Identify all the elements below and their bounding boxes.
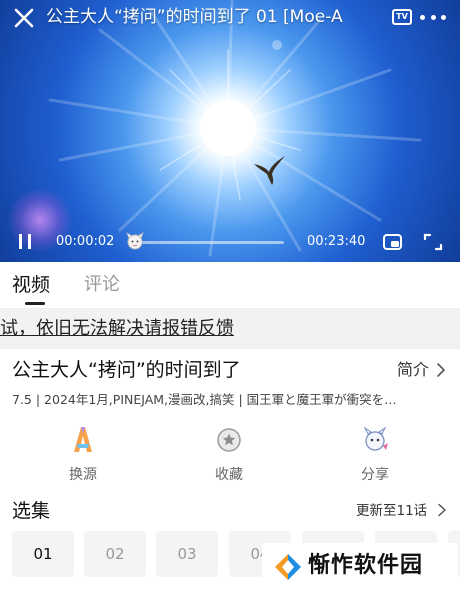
chevron-right-icon[interactable] xyxy=(437,503,447,517)
current-time: 00:00:02 xyxy=(56,234,115,249)
close-icon xyxy=(14,8,34,28)
switch-source-label: 换源 xyxy=(69,467,97,483)
pause-button[interactable] xyxy=(18,234,32,250)
episode-chip[interactable]: 03 xyxy=(156,531,218,577)
tv-icon-label: TV xyxy=(396,12,408,21)
share-label: 分享 xyxy=(361,467,389,483)
error-notice-banner[interactable]: 试，依旧无法解决请报错反馈 xyxy=(0,309,460,349)
favorite-label: 收藏 xyxy=(215,467,243,483)
more-dot-icon xyxy=(441,14,446,20)
bird-silhouette xyxy=(254,156,285,185)
pause-bar-icon xyxy=(19,234,22,249)
active-tab-indicator xyxy=(25,302,45,305)
video-player[interactable]: 公主大人“拷问”的时间到了 01 [Moe-A TV 00:00:02 00:2… xyxy=(0,0,460,262)
anime-meta: 7.5 | 2024年1月,PINEJAM,漫画改,搞笑 | 国王軍と魔王軍が衝… xyxy=(12,392,397,407)
cast-tv-button[interactable]: TV xyxy=(392,9,412,25)
total-time: 00:23:40 xyxy=(307,234,366,249)
tab-comments[interactable]: 评论 xyxy=(84,272,120,298)
intro-button[interactable]: 简介 xyxy=(397,359,429,381)
tab-video[interactable]: 视频 xyxy=(12,272,50,298)
share-icon xyxy=(363,426,388,451)
lens-flare-small xyxy=(272,40,282,50)
close-button[interactable] xyxy=(12,6,36,30)
more-options-button[interactable] xyxy=(420,7,446,27)
episode-chip[interactable]: 02 xyxy=(84,531,146,577)
player-controls: 00:00:02 00:23:40 xyxy=(0,228,460,256)
notice-text[interactable]: 试，依旧无法解决请报错反馈 xyxy=(0,317,234,341)
more-dot-icon xyxy=(420,14,425,20)
episode-chip[interactable]: 01 xyxy=(12,531,74,577)
seek-bar[interactable] xyxy=(134,241,284,244)
anime-title: 公主大人“拷问”的时间到了 xyxy=(12,359,241,381)
favorite-button[interactable]: 收藏 xyxy=(194,424,264,486)
episodes-heading: 选集 xyxy=(12,500,51,522)
favorite-icon xyxy=(217,428,241,452)
content-tabs: 视频 评论 xyxy=(0,262,460,309)
site-watermark: 惭怍软件园 xyxy=(262,543,458,591)
share-button[interactable]: 分享 xyxy=(340,424,410,486)
player-top-bar: 公主大人“拷问”的时间到了 01 [Moe-A TV xyxy=(0,0,460,36)
chevron-right-icon[interactable] xyxy=(435,362,447,378)
pip-icon[interactable] xyxy=(382,232,404,252)
seek-thumb-mascot-icon[interactable] xyxy=(124,230,146,252)
watermark-text: 惭怍软件园 xyxy=(308,553,424,578)
fullscreen-icon[interactable] xyxy=(422,232,444,252)
episodes-update-link[interactable]: 更新至11话 xyxy=(356,501,427,521)
more-dot-icon xyxy=(430,14,436,20)
source-switch-icon xyxy=(74,427,92,452)
switch-source-button[interactable]: 换源 xyxy=(48,424,118,486)
pause-bar-icon xyxy=(28,234,31,249)
watermark-logo-icon xyxy=(275,554,301,580)
video-title: 公主大人“拷问”的时间到了 01 [Moe-A xyxy=(46,7,343,27)
